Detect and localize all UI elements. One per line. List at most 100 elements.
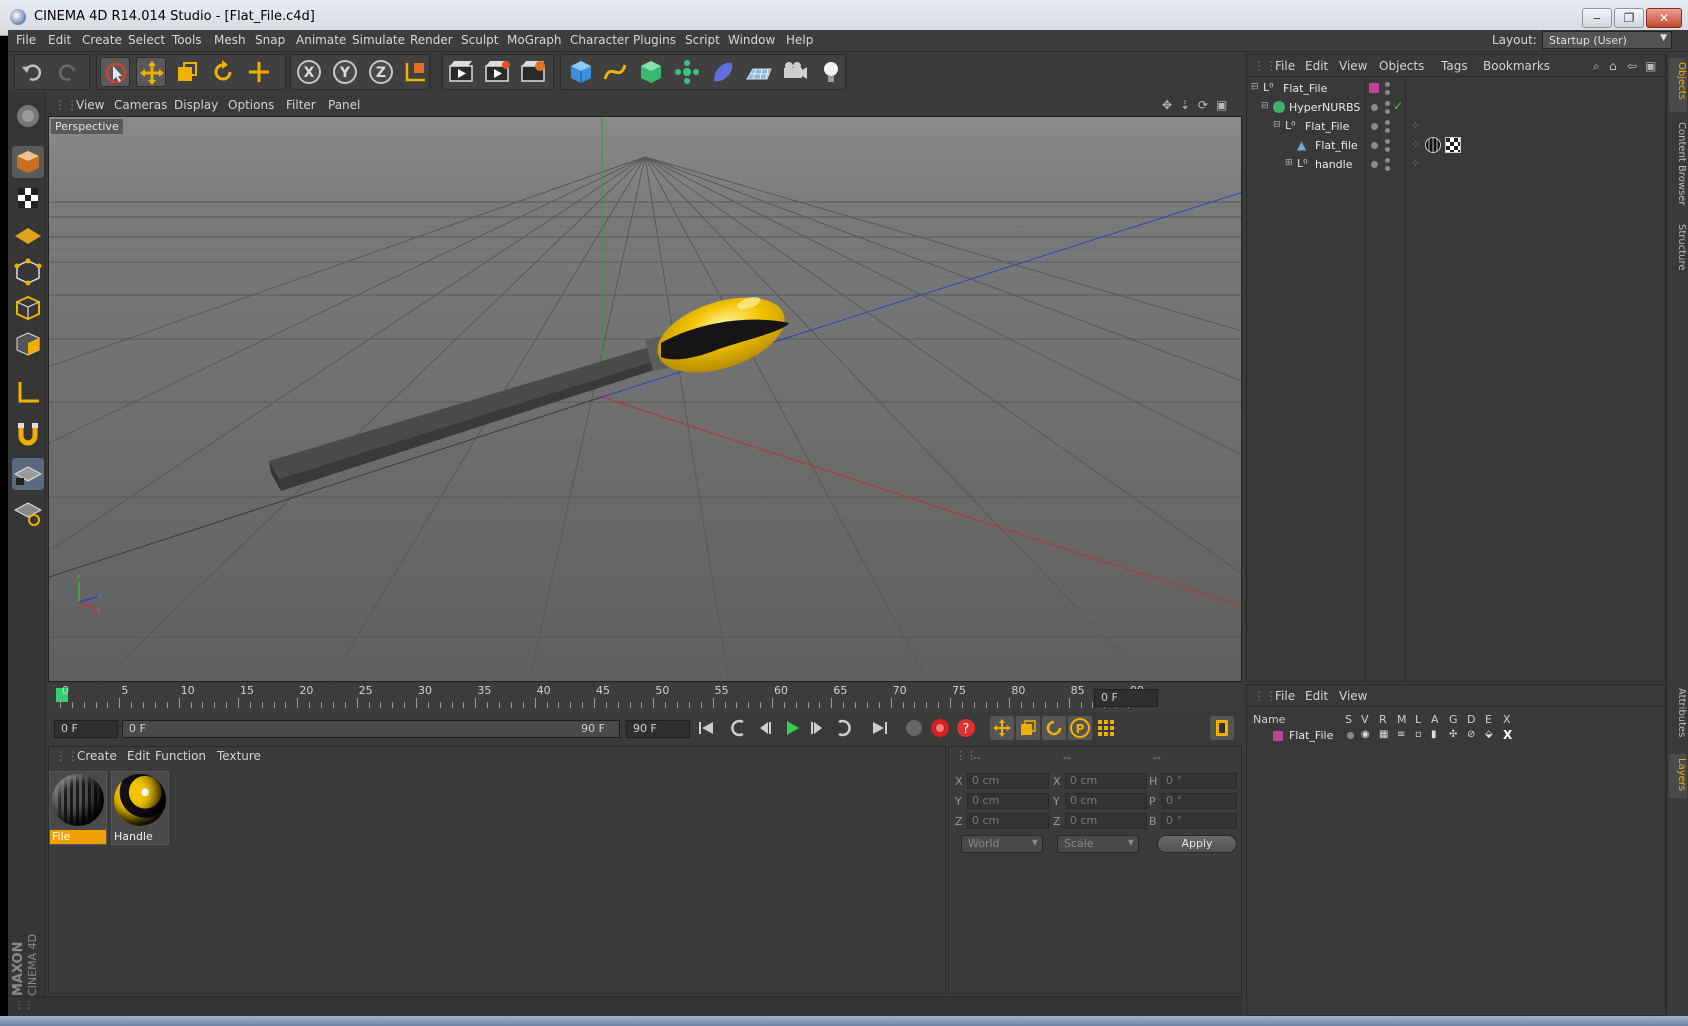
- next-key-icon[interactable]: [832, 716, 856, 740]
- drag-handle-icon[interactable]: ⋮⋮: [1253, 59, 1277, 73]
- coord-scale-select[interactable]: Scale ▼: [1057, 835, 1139, 853]
- material-menu-texture[interactable]: Texture: [217, 749, 261, 763]
- menu-mograph[interactable]: MoGraph: [507, 33, 562, 47]
- size-y-field[interactable]: 0 cm: [1065, 793, 1147, 809]
- drag-handle-icon[interactable]: ⋮⋮: [1253, 689, 1277, 703]
- keyframe-pla-icon[interactable]: [1094, 716, 1118, 740]
- menu-select[interactable]: Select: [128, 33, 165, 47]
- object-menu-view[interactable]: View: [1339, 59, 1367, 73]
- camera-icon[interactable]: [780, 57, 810, 87]
- render-visibility-dot[interactable]: [1385, 90, 1390, 95]
- layout-select[interactable]: Startup (User) ▼: [1542, 31, 1672, 49]
- object-menu-edit[interactable]: Edit: [1305, 59, 1328, 73]
- step-back-icon[interactable]: [752, 716, 776, 740]
- viewport-menu-view[interactable]: View: [76, 98, 104, 112]
- material-swatch-handle[interactable]: Handle: [111, 771, 169, 845]
- redo-icon[interactable]: [52, 57, 82, 87]
- pos-x-field[interactable]: 0 cm: [967, 773, 1049, 789]
- phong-tag-icon[interactable]: ⁘: [1411, 119, 1420, 132]
- render-visibility-dot[interactable]: [1385, 166, 1390, 171]
- viewport-menu-filter[interactable]: Filter: [286, 98, 316, 112]
- menu-create[interactable]: Create: [82, 33, 122, 47]
- rot-h-field[interactable]: 0 °: [1161, 773, 1237, 789]
- menu-simulate[interactable]: Simulate: [352, 33, 405, 47]
- menu-character[interactable]: Character: [570, 33, 629, 47]
- autokey-icon[interactable]: ?: [954, 716, 978, 740]
- goto-start-icon[interactable]: [694, 716, 718, 740]
- grid-snap-icon[interactable]: [12, 496, 44, 528]
- editor-visibility-dot[interactable]: [1371, 142, 1378, 149]
- drag-handle-icon[interactable]: ⋮⋮: [14, 1000, 34, 1011]
- rot-p-field[interactable]: 0 °: [1161, 793, 1237, 809]
- play-icon[interactable]: [780, 716, 804, 740]
- object-row-flat-file-group[interactable]: ⊟ L⁰ Flat_File ⁘: [1247, 117, 1665, 136]
- search-icon[interactable]: ⌕: [1593, 59, 1600, 74]
- material-swatch-file[interactable]: File: [49, 771, 107, 845]
- current-frame-field[interactable]: 0 F: [1094, 689, 1158, 707]
- editor-visibility-dot[interactable]: [1371, 161, 1378, 168]
- menu-render[interactable]: Render: [410, 33, 453, 47]
- object-menu-objects[interactable]: Objects: [1379, 59, 1424, 73]
- menu-script[interactable]: Script: [685, 33, 720, 47]
- drag-handle-icon[interactable]: ⋮⋮: [55, 749, 79, 763]
- menu-sculpt[interactable]: Sculpt: [461, 33, 498, 47]
- keyframe-parameter-icon[interactable]: P: [1068, 716, 1092, 740]
- lock-icon[interactable]: ▫: [1415, 729, 1422, 740]
- record-disabled-icon[interactable]: [902, 716, 926, 740]
- spline-pen-icon[interactable]: [600, 57, 630, 87]
- home-icon[interactable]: ⌂: [1609, 59, 1617, 73]
- collapse-icon[interactable]: ⊟: [1261, 101, 1269, 111]
- move-icon[interactable]: [136, 57, 166, 87]
- tab-attributes[interactable]: Attributes: [1669, 684, 1687, 748]
- editor-visibility-dot[interactable]: [1371, 104, 1378, 111]
- generator-icon[interactable]: ✣: [1449, 729, 1457, 740]
- editor-visibility-dot[interactable]: [1371, 123, 1378, 130]
- menu-animate[interactable]: Animate: [296, 33, 346, 47]
- viewport-menu-cameras[interactable]: Cameras: [114, 98, 167, 112]
- manager-icon[interactable]: ≡: [1397, 729, 1405, 740]
- editor-visibility-dot[interactable]: [1385, 82, 1390, 87]
- animation-icon[interactable]: ▮: [1431, 729, 1437, 740]
- editor-visibility-dot[interactable]: [1385, 101, 1390, 106]
- object-menu-bookmarks[interactable]: Bookmarks: [1483, 59, 1550, 73]
- deformer-icon[interactable]: [708, 57, 738, 87]
- new-view-icon[interactable]: ▣: [1645, 59, 1656, 73]
- pos-y-field[interactable]: 0 cm: [967, 793, 1049, 809]
- size-x-field[interactable]: 0 cm: [1065, 773, 1147, 789]
- phong-tag-icon[interactable]: ⁘: [1411, 138, 1420, 151]
- material-tag-file[interactable]: [1425, 137, 1441, 153]
- step-forward-icon[interactable]: [806, 716, 830, 740]
- object-row-flat-file-polygon[interactable]: ▲ Flat_file ⁘: [1247, 136, 1665, 155]
- light-icon[interactable]: [816, 57, 846, 87]
- menu-mesh[interactable]: Mesh: [214, 33, 246, 47]
- object-menu-tags[interactable]: Tags: [1441, 59, 1468, 73]
- back-icon[interactable]: ⇦: [1627, 59, 1637, 73]
- y-axis-icon[interactable]: Y: [330, 57, 360, 87]
- render-icon[interactable]: ▦: [1379, 729, 1388, 740]
- material-menu-function[interactable]: Function: [155, 749, 206, 763]
- undo-icon[interactable]: [18, 57, 48, 87]
- editor-visibility-dot[interactable]: [1385, 139, 1390, 144]
- material-menu-create[interactable]: Create: [77, 749, 117, 763]
- floor-icon[interactable]: [744, 57, 774, 87]
- layer-row[interactable]: Flat_File ◉ ▦ ≡ ▫ ▮ ✣ ⊘ ⬙ X: [1247, 727, 1665, 745]
- keyframe-scale-icon[interactable]: [1016, 716, 1040, 740]
- menu-help[interactable]: Help: [786, 33, 813, 47]
- render-view-icon[interactable]: [446, 57, 476, 87]
- zoom-view-icon[interactable]: ⇣: [1180, 98, 1190, 112]
- keyframe-position-icon[interactable]: [990, 716, 1014, 740]
- make-editable-icon[interactable]: [12, 100, 44, 132]
- render-visibility-dot[interactable]: [1385, 147, 1390, 152]
- rotate-view-icon[interactable]: ⟳: [1198, 98, 1208, 112]
- workplane-lock-icon[interactable]: [12, 458, 44, 490]
- z-axis-icon[interactable]: Z: [366, 57, 396, 87]
- tab-objects[interactable]: Objects: [1669, 58, 1687, 112]
- workplane-mode-icon[interactable]: [12, 218, 44, 250]
- edit-render-settings-icon[interactable]: [518, 57, 548, 87]
- magnet-icon[interactable]: [12, 418, 44, 450]
- deformer-toggle-icon[interactable]: ⊘: [1467, 729, 1475, 740]
- viewport-menu-options[interactable]: Options: [228, 98, 274, 112]
- phong-tag-icon[interactable]: ⁘: [1411, 157, 1420, 170]
- uvw-tag-icon[interactable]: [1445, 137, 1461, 153]
- menu-file[interactable]: File: [16, 33, 36, 47]
